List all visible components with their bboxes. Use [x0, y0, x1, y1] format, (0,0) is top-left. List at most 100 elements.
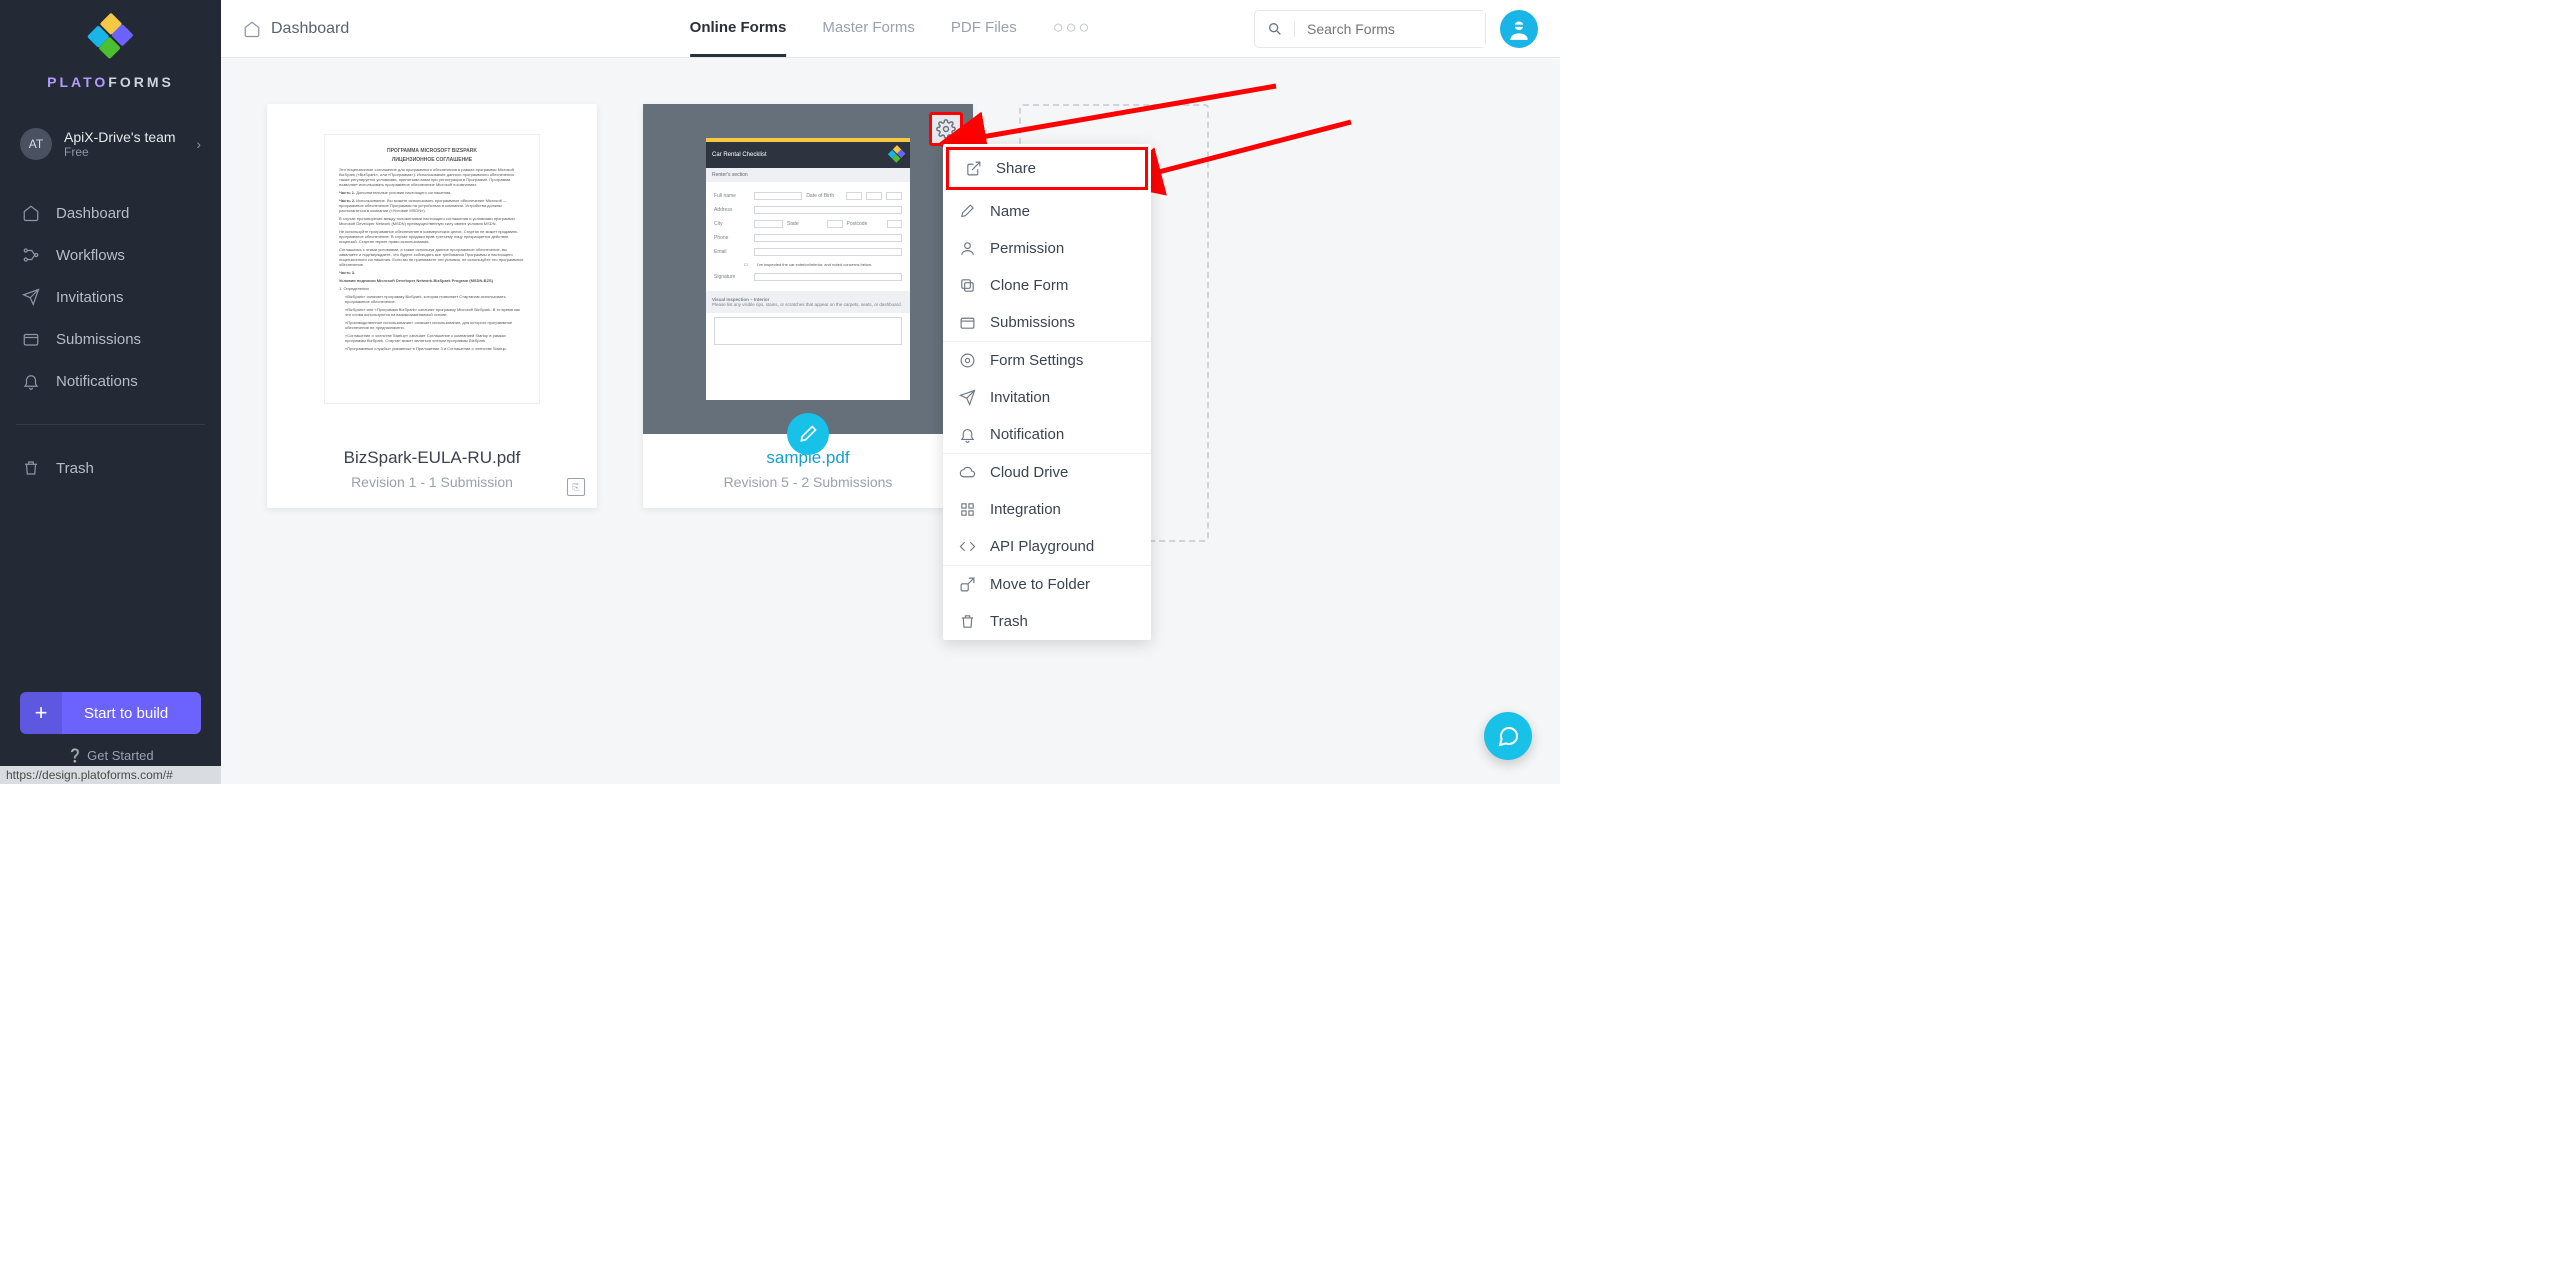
breadcrumb[interactable]: Dashboard [243, 20, 349, 38]
logo-icon [85, 13, 136, 64]
sidebar: PLATOFORMS AT ApiX-Drive's team Free › D… [0, 0, 221, 784]
tab-pdf-files[interactable]: PDF Files [951, 0, 1017, 57]
bell-icon [22, 372, 40, 390]
menu-item-notification[interactable]: Notification [943, 416, 1151, 453]
menu-item-submissions[interactable]: Submissions [943, 304, 1151, 341]
sidebar-item-invitations[interactable]: Invitations [0, 276, 221, 318]
menu-item-label: Permission [990, 240, 1064, 257]
main-content: ПРОГРАММА MICROSOFT BIZSPARK ЛИЦЕНЗИОННО… [221, 58, 1560, 784]
user-icon [959, 240, 976, 257]
home-icon [243, 20, 261, 38]
form-title: BizSpark-EULA-RU.pdf [277, 448, 587, 468]
menu-item-form-settings[interactable]: Form Settings [943, 342, 1151, 379]
send-icon [959, 389, 976, 406]
menu-item-label: Clone Form [990, 277, 1068, 294]
sidebar-item-label: Submissions [56, 331, 141, 348]
team-plan: Free [64, 145, 176, 159]
form-subtitle: Revision 1 - 1 Submission [277, 474, 587, 490]
form-card-footer: BizSpark-EULA-RU.pdf Revision 1 - 1 Subm… [267, 434, 597, 508]
send-icon [22, 288, 40, 306]
help-chat-button[interactable] [1484, 712, 1532, 760]
gear-button[interactable] [929, 112, 963, 146]
pdf-icon: ⎘ [567, 478, 585, 496]
tabs: Online Forms Master Forms PDF Files ○○○ [690, 0, 1092, 57]
search-icon[interactable] [1255, 21, 1295, 37]
team-switcher[interactable]: AT ApiX-Drive's team Free › [10, 118, 211, 170]
logo[interactable]: PLATOFORMS [0, 0, 221, 106]
sidebar-item-label: Workflows [56, 247, 125, 264]
move-icon [959, 576, 976, 593]
menu-item-permission[interactable]: Permission [943, 230, 1151, 267]
menu-item-label: Notification [990, 426, 1064, 443]
menu-item-label: Trash [990, 613, 1028, 630]
menu-item-move[interactable]: Move to Folder [943, 566, 1151, 603]
menu-item-label: Cloud Drive [990, 464, 1068, 481]
document-thumbnail: Car Rental Checklist Renter's section Fu… [706, 138, 910, 400]
get-started-link[interactable]: Get Started [20, 748, 201, 764]
menu-item-cloud[interactable]: Cloud Drive [943, 454, 1151, 491]
start-to-build-label: Start to build [62, 705, 190, 722]
menu-item-label: Form Settings [990, 352, 1083, 369]
breadcrumb-label: Dashboard [271, 20, 349, 38]
menu-item-label: Name [990, 203, 1030, 220]
menu-item-invitation[interactable]: Invitation [943, 379, 1151, 416]
form-preview: Car Rental Checklist Renter's section Fu… [643, 104, 973, 434]
search-bar [1254, 10, 1486, 48]
menu-item-label: Integration [990, 501, 1061, 518]
external-link-icon [965, 160, 982, 177]
trash-icon [959, 613, 976, 630]
inbox-icon [22, 330, 40, 348]
form-context-menu: Share Name Permission Clone Form Submiss… [943, 144, 1151, 640]
form-card-sample[interactable]: Car Rental Checklist Renter's section Fu… [643, 104, 973, 508]
menu-item-label: Invitation [990, 389, 1050, 406]
team-avatar: AT [20, 128, 52, 160]
sidebar-item-dashboard[interactable]: Dashboard [0, 192, 221, 234]
sidebar-item-workflows[interactable]: Workflows [0, 234, 221, 276]
rename-icon [959, 203, 976, 220]
tab-master-forms[interactable]: Master Forms [822, 0, 915, 57]
sidebar-item-label: Trash [56, 460, 94, 477]
cloud-icon [959, 464, 976, 481]
menu-item-label: Share [996, 160, 1036, 177]
menu-item-label: API Playground [990, 538, 1094, 555]
menu-item-name[interactable]: Name [943, 193, 1151, 230]
menu-item-label: Submissions [990, 314, 1075, 331]
sidebar-item-label: Notifications [56, 373, 138, 390]
sidebar-item-trash[interactable]: Trash [0, 447, 221, 489]
menu-item-api[interactable]: API Playground [943, 528, 1151, 565]
sidebar-item-submissions[interactable]: Submissions [0, 318, 221, 360]
settings-icon [959, 352, 976, 369]
menu-item-label: Move to Folder [990, 576, 1090, 593]
sidebar-nav: Dashboard Workflows Invitations Submissi… [0, 192, 221, 489]
chat-icon [1496, 724, 1520, 748]
sidebar-item-notifications[interactable]: Notifications [0, 360, 221, 402]
gear-icon [936, 119, 956, 139]
team-name: ApiX-Drive's team [64, 129, 176, 145]
grid-icon [959, 501, 976, 518]
plus-icon: + [20, 692, 62, 734]
menu-item-clone[interactable]: Clone Form [943, 267, 1151, 304]
form-card-footer: sample.pdf Revision 5 - 2 Submissions [643, 434, 973, 508]
trash-icon [22, 459, 40, 477]
tab-online-forms[interactable]: Online Forms [690, 0, 787, 57]
browser-status-bar: https://design.platoforms.com/# [0, 766, 224, 784]
code-icon [959, 538, 976, 555]
user-avatar[interactable] [1500, 10, 1538, 48]
tab-more[interactable]: ○○○ [1053, 0, 1092, 57]
menu-item-share[interactable]: Share [946, 147, 1148, 190]
form-preview: ПРОГРАММА MICROSOFT BIZSPARK ЛИЦЕНЗИОННО… [267, 104, 597, 434]
edit-icon [798, 424, 818, 444]
menu-item-trash[interactable]: Trash [943, 603, 1151, 640]
search-input[interactable] [1295, 11, 1485, 47]
logo-text: PLATOFORMS [47, 74, 174, 90]
menu-item-integration[interactable]: Integration [943, 491, 1151, 528]
form-subtitle: Revision 5 - 2 Submissions [653, 474, 963, 490]
form-card-bizspark[interactable]: ПРОГРАММА MICROSOFT BIZSPARK ЛИЦЕНЗИОННО… [267, 104, 597, 508]
inbox-icon [959, 314, 976, 331]
start-to-build-button[interactable]: + Start to build [20, 692, 201, 734]
edit-button[interactable] [787, 413, 829, 455]
chevron-right-icon: › [196, 136, 201, 152]
sidebar-item-label: Dashboard [56, 205, 129, 222]
workflow-icon [22, 246, 40, 264]
home-icon [22, 204, 40, 222]
